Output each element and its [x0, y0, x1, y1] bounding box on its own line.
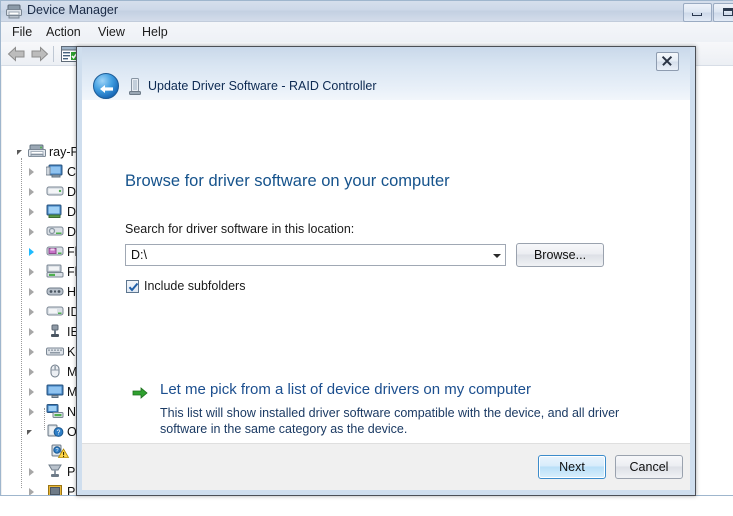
window-title: Device Manager [27, 3, 119, 17]
expander-icon[interactable] [26, 286, 38, 298]
dialog-footer: Next Cancel [82, 443, 690, 490]
tree-item-network-adapters[interactable]: N [26, 402, 76, 422]
green-arrow-right-icon [132, 386, 148, 400]
human-interface-icon [46, 283, 64, 302]
menu-help[interactable]: Help [137, 24, 173, 40]
tree-item-other-devices[interactable]: ? Ot [26, 422, 80, 442]
computer-icon [28, 143, 46, 162]
tree-item-disk-drives[interactable]: Di [26, 182, 79, 202]
tree-item-raid-controller[interactable]: ? [50, 442, 73, 462]
expander-icon[interactable] [26, 366, 38, 378]
floppy-disk-drive-icon [46, 243, 64, 262]
back-arrow-icon[interactable] [7, 46, 26, 65]
tree-root-label: ray-P [49, 145, 79, 159]
tree-item-floppy-controllers[interactable]: Fl [26, 262, 77, 282]
menu-bar: File Action View Help [1, 22, 733, 42]
device-manager-icon [6, 4, 22, 19]
driver-icon [128, 78, 142, 95]
expander-icon[interactable] [26, 226, 38, 238]
back-circle-icon[interactable] [93, 73, 119, 99]
expander-icon[interactable] [26, 346, 38, 358]
chevron-down-icon[interactable] [493, 254, 501, 258]
minimize-button[interactable] [683, 3, 712, 22]
ports-icon [46, 463, 64, 482]
svg-text:?: ? [57, 429, 61, 436]
expander-icon[interactable] [26, 246, 38, 258]
ieee1394-icon [46, 323, 64, 342]
dvd-drive-icon [46, 223, 64, 242]
window-buttons [683, 3, 733, 22]
display-adapter-icon [46, 203, 64, 222]
disk-drive-icon [46, 183, 64, 202]
tree-item-label: H [67, 285, 77, 299]
include-subfolders-checkbox[interactable] [126, 279, 139, 296]
dialog-inner-frame: Update Driver Software - RAID Controller… [77, 47, 695, 495]
monitor-icon [46, 383, 64, 402]
tree-item-ide-controllers[interactable]: ID [26, 302, 80, 322]
include-subfolders-label: Include subfolders [144, 279, 246, 293]
minimize-icon [692, 13, 702, 16]
svg-text:?: ? [55, 448, 58, 454]
browse-button[interactable]: Browse... [516, 243, 604, 267]
tree-item-processors[interactable]: Pr [26, 482, 80, 495]
expander-icon[interactable] [26, 166, 38, 178]
expander-icon[interactable] [26, 206, 38, 218]
expander-icon[interactable] [26, 266, 38, 278]
pick-from-list-description: This list will show installed driver sof… [160, 406, 620, 436]
tree-item-keyboards[interactable]: Ke [26, 342, 82, 362]
menu-file[interactable]: File [7, 24, 37, 40]
maximize-button[interactable] [713, 3, 733, 22]
tree-item-ports[interactable]: Po [26, 462, 82, 482]
mouse-icon [46, 363, 64, 382]
forward-arrow-icon[interactable] [30, 46, 49, 65]
driver-path-combobox[interactable]: D:\ [125, 244, 506, 266]
update-driver-software-dialog: Update Driver Software - RAID Controller… [76, 46, 696, 496]
tree-item-label: N [67, 405, 77, 419]
tree-item-mice[interactable]: M [26, 362, 77, 382]
close-icon[interactable] [656, 52, 679, 71]
other-devices-icon: ? [46, 423, 64, 442]
driver-path-value: D:\ [131, 248, 147, 262]
dialog-body: Browse for driver software on your compu… [82, 101, 690, 443]
expander-icon[interactable] [26, 406, 38, 418]
pick-from-list-title[interactable]: Let me pick from a list of device driver… [160, 381, 531, 398]
network-adapter-icon [46, 403, 64, 422]
search-location-label: Search for driver software in this locat… [125, 222, 355, 236]
expander-icon[interactable] [26, 186, 38, 198]
dialog-title: Update Driver Software - RAID Controller [148, 79, 377, 93]
expander-icon[interactable] [26, 486, 38, 495]
tree-item-monitors[interactable]: M [26, 382, 77, 402]
expander-icon[interactable] [26, 326, 38, 338]
unknown-device-warning-icon: ? [50, 443, 70, 462]
keyboard-icon [46, 343, 64, 362]
ide-controller-icon [46, 303, 64, 322]
cancel-button[interactable]: Cancel [615, 455, 683, 479]
title-bar: Device Manager [1, 1, 733, 22]
include-subfolders-row[interactable]: Include subfolders [126, 279, 245, 293]
tree-item-floppy-disk-drives[interactable]: Fl [26, 242, 77, 262]
computer-monitor-icon [45, 163, 64, 182]
processor-icon [46, 483, 64, 495]
toolbar-separator [53, 46, 54, 62]
checkmark-icon [128, 282, 139, 296]
menu-action[interactable]: Action [41, 24, 86, 40]
tree-root[interactable]: ray-P [16, 142, 79, 162]
menu-view[interactable]: View [93, 24, 130, 40]
maximize-icon [723, 8, 733, 16]
dialog-header: Update Driver Software - RAID Controller [82, 47, 690, 101]
expander-icon[interactable] [26, 466, 38, 478]
expander-icon[interactable] [26, 306, 38, 318]
tree-item-ieee1394[interactable]: IEI [26, 322, 82, 342]
floppy-controller-icon [46, 263, 64, 282]
next-button[interactable]: Next [538, 455, 606, 479]
expander-icon[interactable] [26, 426, 38, 438]
expander-icon[interactable] [26, 386, 38, 398]
page-title: Browse for driver software on your compu… [125, 172, 450, 190]
tree-connector [21, 158, 22, 488]
tree-item-computer[interactable]: Co [26, 162, 83, 182]
tree-item-display-adapters[interactable]: Di [26, 202, 79, 222]
tree-item-human-interface-devices[interactable]: H [26, 282, 76, 302]
expander-icon[interactable] [16, 146, 28, 158]
